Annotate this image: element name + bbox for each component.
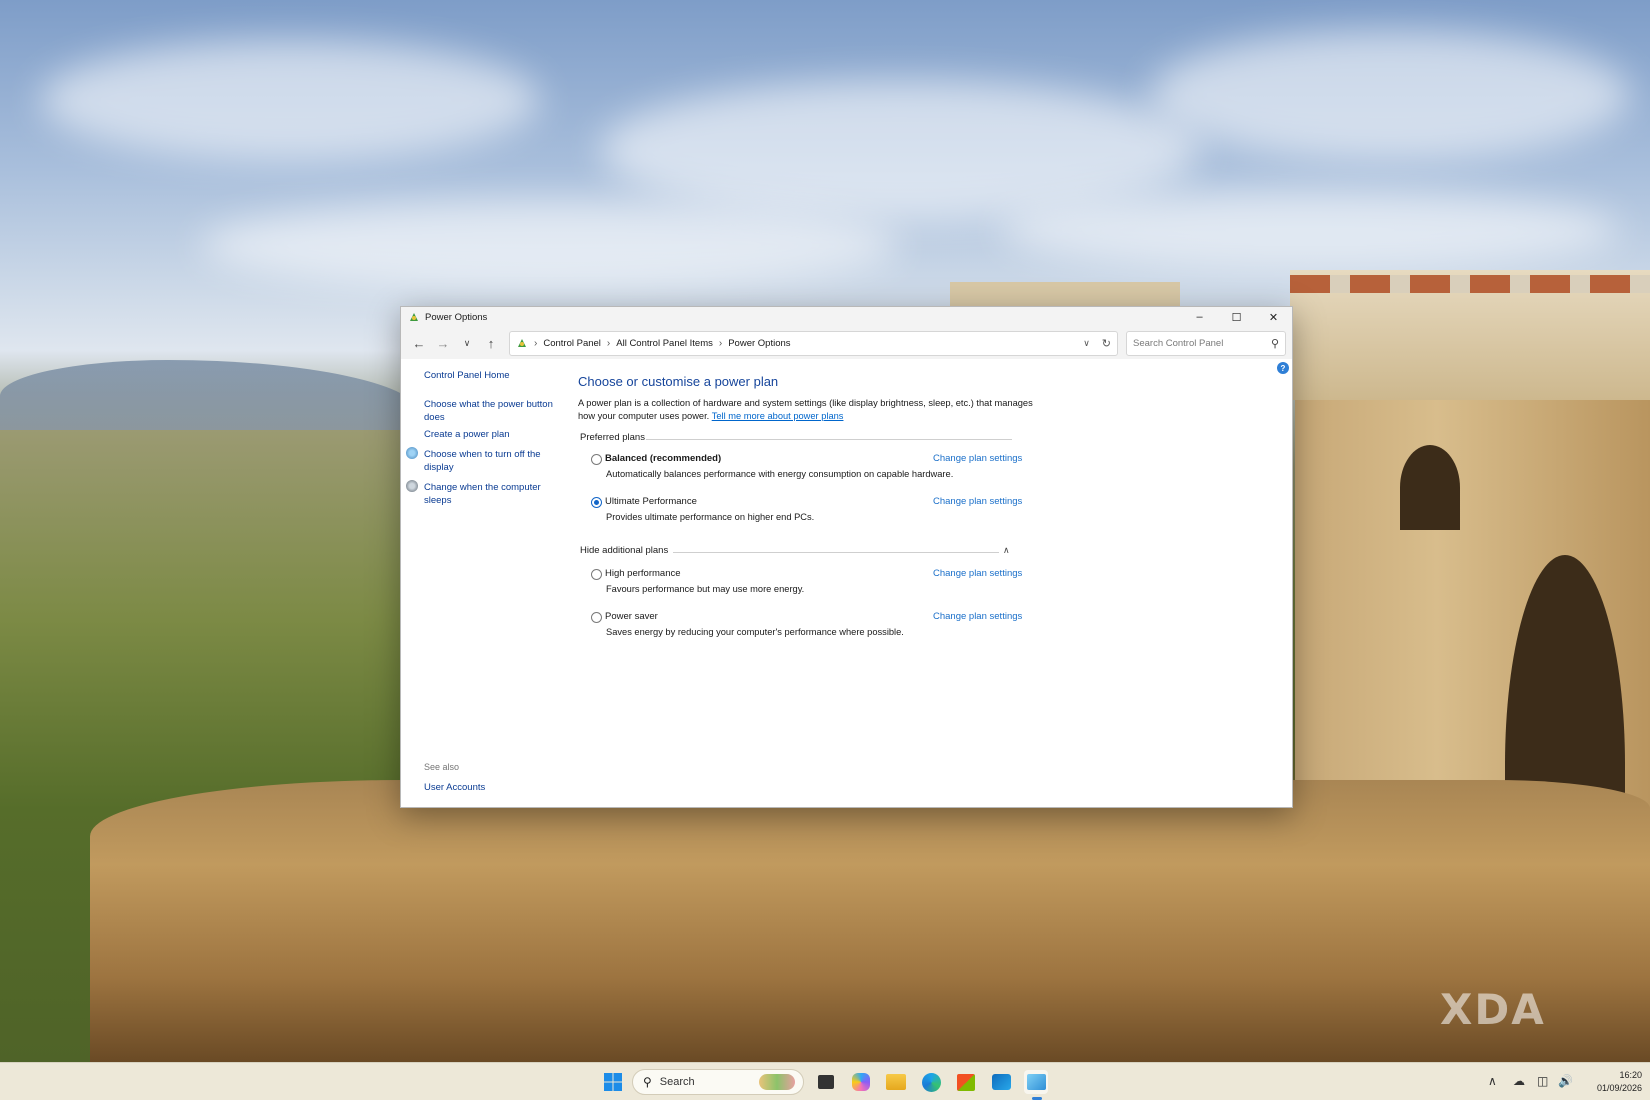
outlook-icon	[991, 1074, 1011, 1090]
change-plan-settings-link[interactable]: Change plan settings	[933, 496, 1022, 507]
preferred-plans-divider	[646, 439, 1012, 440]
breadcrumb-separator-icon: ›	[606, 337, 611, 349]
taskbar-search[interactable]: ⚲ Search	[632, 1069, 804, 1095]
search-icon: ⚲	[643, 1075, 652, 1089]
search-highlight-icon	[759, 1074, 795, 1090]
store-icon	[957, 1073, 975, 1091]
learn-more-link[interactable]: Tell me more about power plans	[712, 411, 844, 421]
plan-name[interactable]: Balanced (recommended)	[605, 453, 721, 464]
additional-plans-divider	[673, 552, 999, 553]
taskbar: ⚲ Search ∧ ☁ ◫ 🔊 16:20 01/09/2026	[0, 1062, 1650, 1100]
task-view-button[interactable]	[814, 1070, 838, 1094]
change-plan-settings-link[interactable]: Change plan settings	[933, 611, 1022, 622]
maximize-icon: ☐	[1231, 311, 1242, 324]
start-button[interactable]	[601, 1070, 625, 1094]
window-title: Power Options	[425, 311, 488, 323]
recent-locations-button[interactable]: ∨	[455, 331, 479, 355]
plan-description: Provides ultimate performance on higher …	[606, 512, 815, 522]
plan-name[interactable]: High performance	[605, 568, 681, 579]
address-bar[interactable]: › Control Panel › All Control Panel Item…	[509, 330, 1118, 356]
clock-date: 01/09/2026	[1596, 1083, 1642, 1093]
minimize-button[interactable]: –	[1181, 307, 1218, 327]
arrow-left-icon: ←	[412, 335, 426, 351]
breadcrumb-power-options[interactable]: Power Options	[728, 338, 790, 349]
store-button[interactable]	[954, 1070, 978, 1094]
page-description: A power plan is a collection of hardware…	[578, 397, 1038, 423]
search-icon[interactable]: ⚲	[1271, 337, 1279, 350]
plan-radio-balanced[interactable]	[591, 454, 602, 465]
search-input[interactable]	[1133, 337, 1271, 349]
clock-time: 16:20	[1619, 1070, 1642, 1080]
copilot-icon	[852, 1073, 870, 1091]
breadcrumb-all-items[interactable]: All Control Panel Items	[616, 338, 713, 349]
taskbar-search-label: Search	[659, 1076, 695, 1088]
sleep-link[interactable]: Change when the computer sleeps	[424, 481, 559, 507]
plan-radio-power-saver[interactable]	[591, 612, 602, 623]
control-panel-icon	[518, 339, 526, 347]
chevron-up-icon[interactable]: ∧	[1003, 545, 1010, 556]
outlook-button[interactable]	[989, 1070, 1013, 1094]
plan-radio-ultimate[interactable]	[591, 497, 602, 508]
content-area: ? Control Panel Home Choose what the pow…	[401, 359, 1292, 807]
close-button[interactable]: ✕	[1255, 307, 1292, 327]
display-icon	[406, 447, 418, 459]
navigation-bar: ← → ∨ ↑ › Control Panel › All Control Pa…	[401, 327, 1292, 359]
chevron-down-icon: ∨	[463, 337, 471, 348]
breadcrumb-separator-icon: ›	[718, 337, 723, 349]
preferred-plans-label: Preferred plans	[580, 432, 645, 443]
folder-icon	[886, 1074, 906, 1090]
edge-button[interactable]	[919, 1070, 943, 1094]
plan-name[interactable]: Ultimate Performance	[605, 496, 697, 507]
xda-watermark: XDA	[1440, 985, 1546, 1034]
help-icon[interactable]: ?	[1277, 362, 1289, 374]
system-clock[interactable]: 16:20 01/09/2026	[1580, 1069, 1642, 1095]
up-button[interactable]: ↑	[479, 331, 503, 355]
create-plan-link[interactable]: Create a power plan	[424, 428, 559, 441]
plan-description: Automatically balances performance with …	[606, 469, 954, 479]
windows-logo-icon	[604, 1073, 622, 1091]
change-plan-settings-link[interactable]: Change plan settings	[933, 453, 1022, 464]
sleep-icon	[406, 480, 418, 492]
task-view-icon	[818, 1075, 834, 1089]
network-offline-icon[interactable]: ☁	[1513, 1074, 1525, 1088]
display-icon[interactable]: ◫	[1537, 1074, 1548, 1088]
plan-name[interactable]: Power saver	[605, 611, 658, 622]
plan-description: Saves energy by reducing your computer's…	[606, 627, 904, 637]
address-dropdown-icon[interactable]: ∨	[1083, 338, 1090, 349]
volume-icon[interactable]: 🔊	[1558, 1074, 1573, 1088]
title-bar[interactable]: Power Options – ☐ ✕	[401, 307, 1292, 327]
display-off-link[interactable]: Choose when to turn off the display	[424, 448, 559, 474]
power-options-window: Power Options – ☐ ✕ ← → ∨ ↑ › Control Pa…	[400, 306, 1293, 808]
back-button[interactable]: ←	[407, 331, 431, 355]
plan-description: Favours performance but may use more ene…	[606, 584, 805, 594]
arrow-up-icon: ↑	[487, 335, 495, 351]
change-plan-settings-link[interactable]: Change plan settings	[933, 568, 1022, 579]
copilot-button[interactable]	[849, 1070, 873, 1094]
refresh-icon[interactable]: ↻	[1102, 337, 1111, 350]
control-panel-home-link[interactable]: Control Panel Home	[424, 369, 559, 382]
arrow-right-icon: →	[436, 335, 450, 351]
control-panel-icon	[1026, 1074, 1046, 1090]
plan-radio-high-performance[interactable]	[591, 569, 602, 580]
page-title: Choose or customise a power plan	[578, 374, 779, 389]
hide-additional-plans-label[interactable]: Hide additional plans	[580, 545, 668, 556]
file-explorer-button[interactable]	[884, 1070, 908, 1094]
show-hidden-icons-chevron-icon[interactable]: ∧	[1488, 1074, 1497, 1088]
minimize-icon: –	[1196, 311, 1203, 323]
see-also-label: See also	[424, 762, 460, 772]
forward-button[interactable]: →	[431, 331, 455, 355]
power-options-icon	[410, 313, 418, 321]
edge-icon	[921, 1072, 941, 1092]
left-pane: Control Panel Home Choose what the power…	[401, 359, 561, 807]
breadcrumb-control-panel[interactable]: Control Panel	[543, 338, 601, 349]
power-options-taskbar-button[interactable]	[1024, 1070, 1048, 1094]
search-box[interactable]: ⚲	[1126, 330, 1286, 356]
close-icon: ✕	[1268, 311, 1279, 324]
maximize-button[interactable]: ☐	[1218, 307, 1255, 327]
user-accounts-link[interactable]: User Accounts	[424, 781, 559, 794]
breadcrumb-separator-icon: ›	[534, 337, 538, 349]
power-button-link[interactable]: Choose what the power button does	[424, 398, 559, 424]
